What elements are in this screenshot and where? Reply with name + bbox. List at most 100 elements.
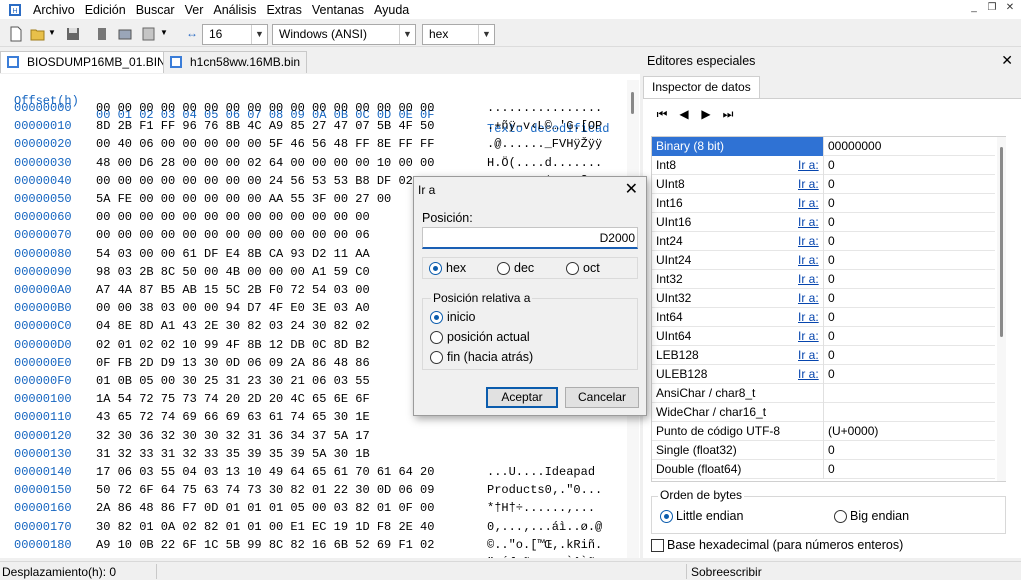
inspector-value[interactable]: 0 [828,215,835,229]
row-bytes[interactable]: 54 03 00 00 61 DF E4 8B CA 93 D2 11 AA [96,247,370,261]
big-endian-radio[interactable] [834,510,847,523]
disk-icon[interactable] [117,26,133,42]
row-bytes[interactable]: A7 4A 87 B5 AB 15 5C 2B F0 72 54 03 00 [96,283,370,297]
row-bytes[interactable]: 48 00 D6 28 00 00 00 02 64 00 00 00 00 1… [96,156,434,170]
goto-link[interactable]: Ir a: [798,234,819,248]
row-bytes[interactable]: 32 30 36 32 30 30 32 31 36 34 37 5A 17 [96,429,370,443]
row-bytes[interactable]: 43 65 72 74 69 66 69 63 61 74 65 30 1E [96,410,370,424]
next-icon[interactable]: ▶ [699,107,713,121]
goto-link[interactable]: Ir a: [798,196,819,210]
inspector-value[interactable]: 0 [828,348,835,362]
inspector-row[interactable]: Double (float64) 0 [652,460,995,479]
minimize-icon[interactable]: _ [966,2,982,16]
inspector-value[interactable]: 0 [828,462,835,476]
row-decoded-text[interactable]: ...U....Ideapad [487,465,602,479]
oct-radio[interactable] [566,262,579,275]
hex-base-checkbox[interactable] [651,539,664,552]
inspector-row[interactable]: Punto de código UTF-8 (U+0000) [652,422,995,441]
row-bytes[interactable]: 17 06 03 55 04 03 13 10 49 64 65 61 70 6… [96,465,434,479]
open-folder-icon[interactable] [30,26,46,42]
row-bytes[interactable]: 00 00 00 00 00 00 00 00 00 00 00 00 00 0… [96,101,434,115]
inspector-row[interactable]: WideChar / char16_t [652,403,995,422]
memory-dropdown-chevron-icon[interactable]: ▼ [160,28,168,37]
current-position-radio[interactable] [430,331,443,344]
inspector-row[interactable]: UInt8 Ir a: 0 [652,175,995,194]
inspector-row[interactable]: LEB128 Ir a: 0 [652,346,995,365]
row-decoded-text[interactable]: ................ [487,101,602,115]
row-bytes[interactable]: 5A FE 00 00 00 00 00 00 AA 55 3F 00 27 0… [96,192,391,206]
inspector-row[interactable]: UInt32 Ir a: 0 [652,289,995,308]
charset-select[interactable]: Windows (ANSI) ▼ [272,24,416,45]
offset-base-select[interactable]: hex ▼ [422,24,495,45]
row-bytes[interactable]: 00 00 38 03 00 00 94 D7 4F E0 3E 03 A0 [96,301,370,315]
goto-link[interactable]: Ir a: [798,253,819,267]
inspector-row[interactable]: Int16 Ir a: 0 [652,194,995,213]
row-decoded-text[interactable]: 0‚...‚...áì..ø.@ [487,520,602,534]
row-bytes[interactable]: 01 0B 05 00 30 25 31 23 30 21 06 03 55 [96,374,370,388]
inspector-value[interactable]: 0 [828,177,835,191]
row-decoded-text[interactable]: Products0‚."0... [487,483,602,497]
ram-icon[interactable] [94,26,110,42]
tab-h1cn58ww[interactable]: h1cn58ww.16MB.bin [163,51,308,73]
inspector-value[interactable]: 0 [828,253,835,267]
goto-link[interactable]: Ir a: [798,329,819,343]
menu-ver[interactable]: Ver [180,3,209,17]
inspector-row[interactable]: AnsiChar / char8_t [652,384,995,403]
scrollbar-thumb[interactable] [631,92,634,114]
row-bytes[interactable]: 30 82 01 0A 02 82 01 01 00 E1 EC 19 1D F… [96,520,434,534]
inspector-row[interactable]: Int24 Ir a: 0 [652,232,995,251]
little-endian-radio[interactable] [660,510,673,523]
inspector-row[interactable]: Single (float32) 0 [652,441,995,460]
menu-edicion[interactable]: Edición [80,3,131,17]
row-decoded-text[interactable]: ©.."o.[™Œ‚.kRiñ. [487,538,602,552]
save-icon[interactable] [65,26,81,42]
previous-icon[interactable]: ◀ [677,107,691,121]
dec-radio[interactable] [497,262,510,275]
row-decoded-text[interactable]: .+ñÿ–v‹L©…'G.[OP [487,119,602,133]
inspector-row[interactable]: UInt24 Ir a: 0 [652,251,995,270]
menu-archivo[interactable]: Archivo [28,3,80,17]
inspector-row[interactable]: Binary (8 bit) 00000000 [652,137,995,156]
inspector-row[interactable]: Int8 Ir a: 0 [652,156,995,175]
row-decoded-text[interactable]: "÷Ý{2ã.y2m.ÙîÒñ. [487,556,602,558]
goto-link[interactable]: Ir a: [798,291,819,305]
row-bytes[interactable]: 2A 86 48 86 F7 0D 01 01 01 05 00 03 82 0… [96,501,434,515]
row-bytes[interactable]: 31 32 33 31 32 33 35 39 35 39 5A 30 1B [96,447,370,461]
open-main-memory-icon[interactable] [141,26,157,42]
panel-close-icon[interactable]: ✕ [1001,52,1013,69]
inspector-value[interactable]: 0 [828,310,835,324]
goto-link[interactable]: Ir a: [798,348,819,362]
dialog-close-icon[interactable]: ✕ [625,179,638,199]
row-bytes[interactable]: 00 00 00 00 00 00 00 00 24 56 53 53 B8 D… [96,174,434,188]
inspector-row[interactable]: Int64 Ir a: 0 [652,308,995,327]
inspector-value[interactable]: 00000000 [828,139,881,153]
menu-ayuda[interactable]: Ayuda [369,3,414,17]
row-decoded-text[interactable]: H.Ö(....d....... [487,156,602,170]
row-bytes[interactable]: 22 F7 DD 7B 32 E3 17 79 32 6D 08 D9 EE D… [96,556,434,558]
inspector-value[interactable]: 0 [828,158,835,172]
row-bytes[interactable]: 02 01 02 02 10 99 4F 8B 12 DB 0C 8D B2 [96,338,370,352]
row-bytes[interactable]: 98 03 2B 8C 50 00 4B 00 00 00 A1 59 C0 [96,265,370,279]
inspector-value[interactable]: (U+0000) [828,424,878,438]
tab-biosdump[interactable]: BIOSDUMP16MB_01.BIN [0,51,173,73]
last-icon[interactable]: ⏭ [721,107,735,121]
first-icon[interactable]: ⏮ [655,107,669,121]
inspector-value[interactable]: 0 [828,291,835,305]
restore-icon[interactable]: ❐ [984,2,1000,16]
start-radio[interactable] [430,311,443,324]
menu-ventanas[interactable]: Ventanas [307,3,369,17]
row-bytes[interactable]: 00 00 00 00 00 00 00 00 00 00 00 00 00 [96,210,370,224]
inspector-value[interactable]: 0 [828,272,835,286]
goto-link[interactable]: Ir a: [798,158,819,172]
menu-buscar[interactable]: Buscar [131,3,180,17]
inspector-row[interactable]: UInt16 Ir a: 0 [652,213,995,232]
tab-data-inspector[interactable]: Inspector de datos [643,76,760,98]
goto-link[interactable]: Ir a: [798,272,819,286]
goto-link[interactable]: Ir a: [798,215,819,229]
row-bytes[interactable]: 00 00 00 00 00 00 00 00 00 00 00 00 06 [96,228,370,242]
row-bytes[interactable]: 8D 2B F1 FF 96 76 8B 4C A9 85 27 47 07 5… [96,119,434,133]
scrollbar-thumb[interactable] [1000,147,1003,337]
goto-link[interactable]: Ir a: [798,177,819,191]
inspector-row[interactable]: UInt64 Ir a: 0 [652,327,995,346]
row-decoded-text[interactable]: *†H†÷......‚... [487,501,595,515]
